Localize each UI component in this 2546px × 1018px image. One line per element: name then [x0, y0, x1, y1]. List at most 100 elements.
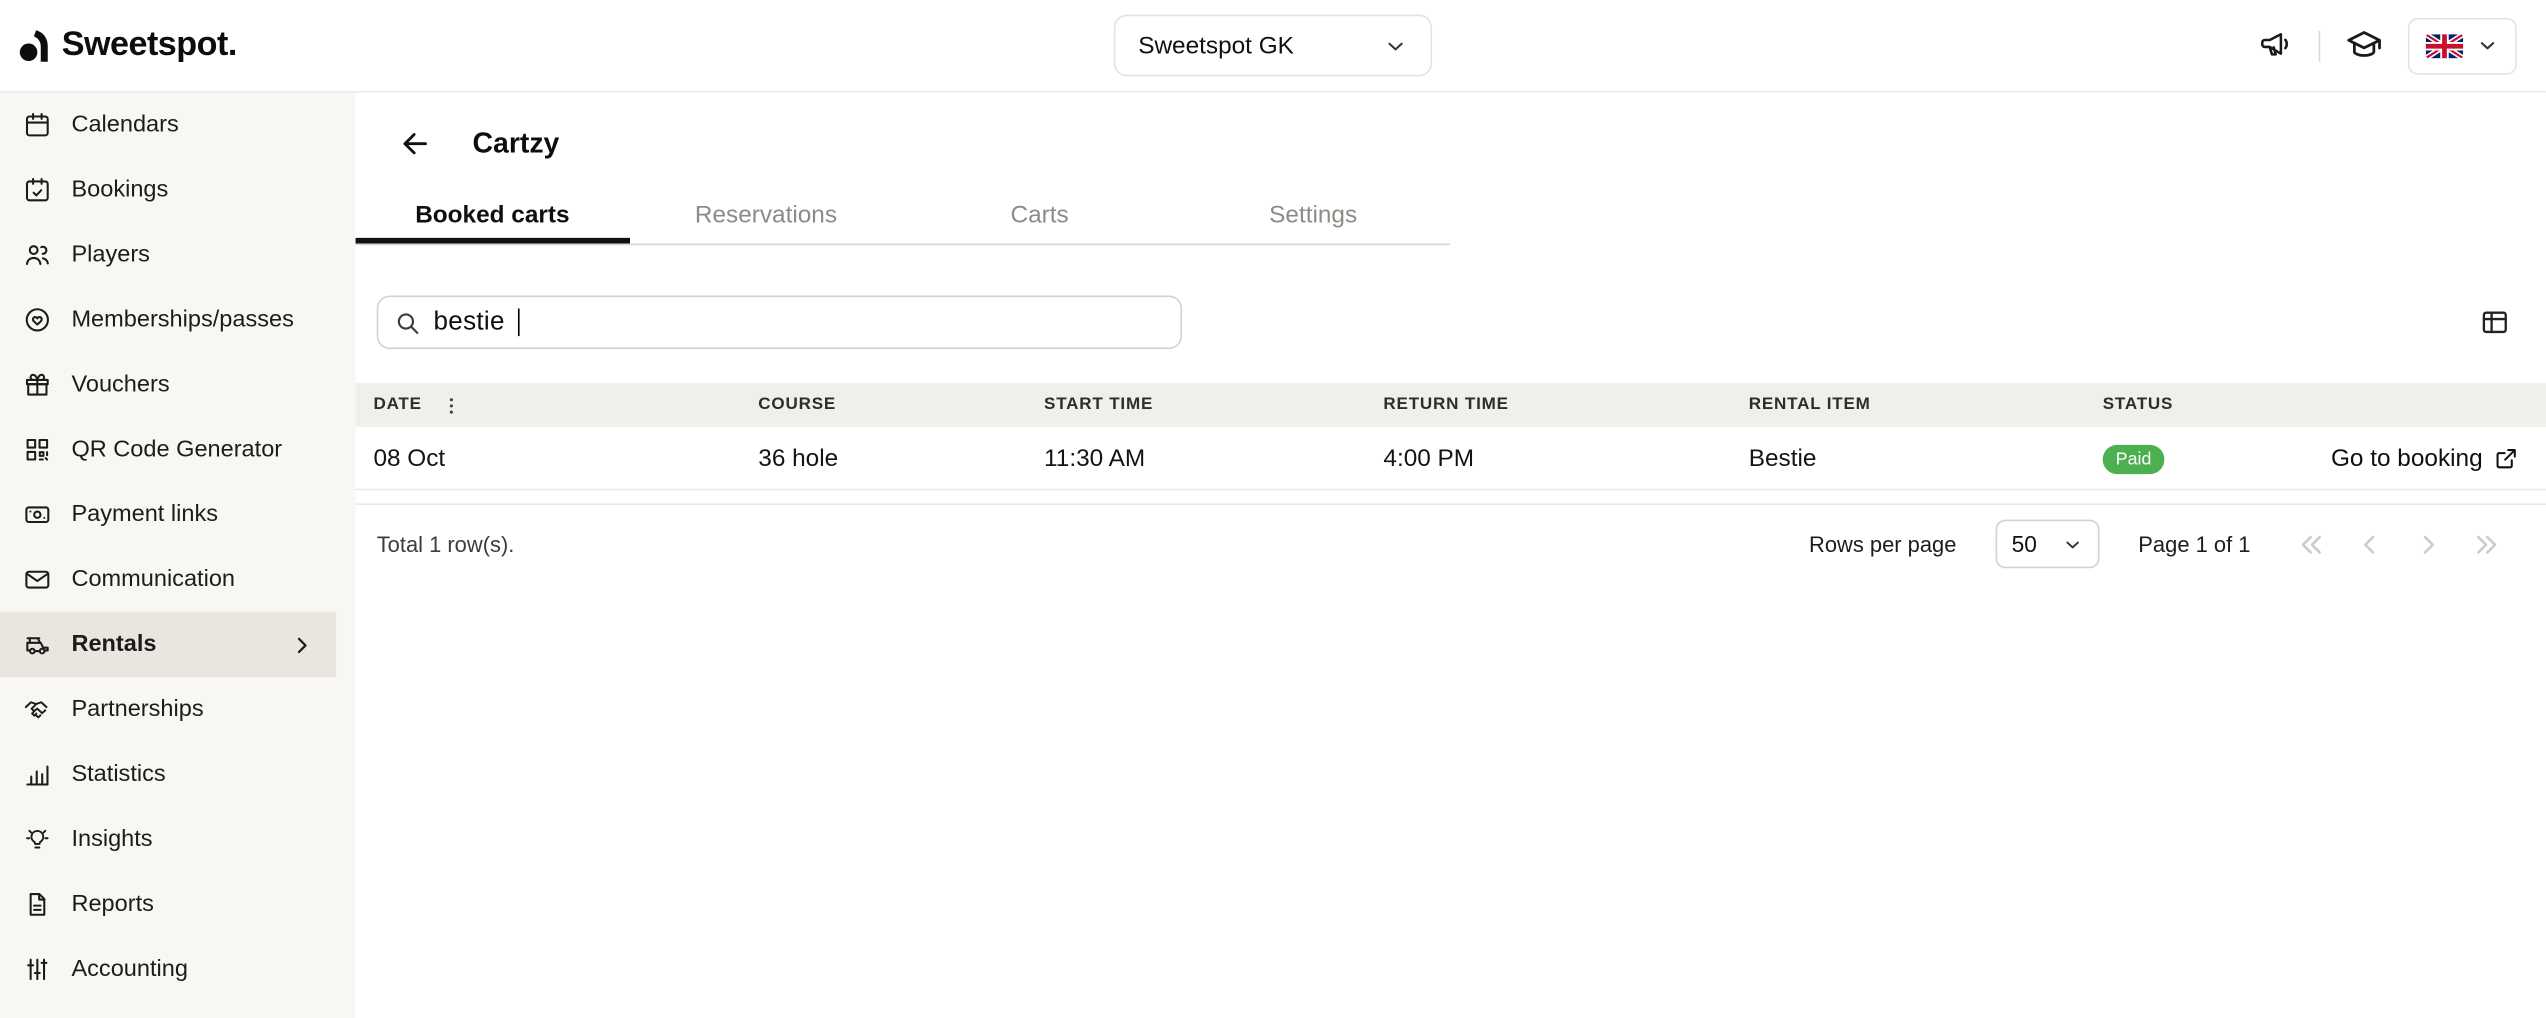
sidebar-item-label: Vouchers	[71, 372, 169, 398]
last-page-icon	[2471, 529, 2502, 560]
topbar-actions	[2259, 17, 2517, 74]
calendar-icon	[23, 110, 52, 139]
app-window: Sweetspot. Sweetspot GK	[0, 0, 2546, 1018]
booking-calendar-icon	[23, 175, 52, 204]
back-button[interactable]	[398, 127, 432, 161]
sidebar-item-partnerships[interactable]: Partnerships	[0, 677, 356, 742]
document-icon	[23, 890, 52, 919]
sidebar-item-label: Memberships/passes	[71, 307, 293, 333]
search-icon	[395, 309, 421, 335]
lightbulb-icon	[23, 825, 52, 854]
chevron-down-icon	[2062, 533, 2083, 554]
rows-per-page-select[interactable]: 50	[1995, 520, 2099, 569]
table-footer: Total 1 row(s). Rows per page 50 Page 1 …	[356, 513, 2546, 575]
column-header-status: STATUS	[2103, 383, 2174, 427]
language-selector[interactable]	[2408, 17, 2517, 74]
column-menu-icon[interactable]	[440, 383, 463, 427]
sidebar-item-label: Insights	[71, 826, 152, 852]
sidebar-item-reports[interactable]: Reports	[0, 872, 356, 937]
status-badge: Paid	[2103, 445, 2165, 474]
main-content: Cartzy Booked carts Reservations Carts S…	[356, 93, 2546, 1018]
search-input[interactable]: bestie	[377, 296, 1182, 350]
sidebar-item-players[interactable]: Players	[0, 222, 356, 287]
previous-page-icon	[2354, 529, 2385, 560]
players-icon	[23, 240, 52, 269]
sidebar-item-label: Bookings	[71, 177, 168, 203]
sidebar-item-accounting[interactable]: Accounting	[0, 937, 356, 1002]
sidebar-item-bookings[interactable]: Bookings	[0, 157, 356, 222]
first-page-icon	[2296, 529, 2327, 560]
announcements-button[interactable]	[2259, 28, 2295, 64]
tab-settings[interactable]: Settings	[1176, 185, 1450, 243]
sweetspot-logo-icon	[18, 28, 50, 64]
golf-cart-icon	[23, 630, 52, 659]
pagination-controls	[2296, 529, 2502, 560]
tab-reservations[interactable]: Reservations	[629, 185, 903, 243]
club-selector-dropdown[interactable]: Sweetspot GK	[1114, 15, 1432, 77]
sidebar-item-calendars[interactable]: Calendars	[0, 93, 356, 158]
search-value: bestie	[434, 308, 505, 337]
gift-icon	[23, 370, 52, 399]
handshake-icon	[23, 695, 52, 724]
last-page-button[interactable]	[2471, 529, 2502, 560]
graduation-cap-icon	[2345, 26, 2384, 65]
sweetspot-logo[interactable]: Sweetspot.	[18, 26, 237, 65]
table-view-icon	[2479, 307, 2510, 338]
tab-carts[interactable]: Carts	[903, 185, 1177, 243]
sidebar-item-label: Calendars	[71, 112, 178, 138]
text-caret	[518, 309, 520, 337]
sidebar-item-label: QR Code Generator	[71, 437, 282, 463]
sidebar-item-label: Communication	[71, 567, 235, 593]
sidebar-item-statistics[interactable]: Statistics	[0, 742, 356, 807]
sidebar-item-rentals[interactable]: Rentals	[0, 612, 336, 677]
megaphone-icon	[2259, 28, 2295, 64]
sidebar-item-payment-links[interactable]: Payment links	[0, 482, 356, 547]
column-header-return-time: RETURN TIME	[1383, 383, 1508, 427]
rows-per-page-value: 50	[2012, 531, 2037, 557]
cell-start-time: 11:30 AM	[1044, 427, 1145, 490]
sidebar-item-label: Players	[71, 242, 150, 268]
sidebar-item-memberships[interactable]: Memberships/passes	[0, 287, 356, 352]
next-page-button[interactable]	[2413, 529, 2444, 560]
go-to-booking-label: Go to booking	[2331, 426, 2483, 489]
cell-course: 36 hole	[758, 427, 838, 490]
envelope-icon	[23, 565, 52, 594]
chevron-down-icon	[2476, 34, 2499, 57]
sidebar-item-insights[interactable]: Insights	[0, 807, 356, 872]
topbar-divider	[2319, 30, 2321, 61]
table-row[interactable]: 08 Oct 36 hole 11:30 AM 4:00 PM Bestie P…	[356, 427, 2546, 490]
go-to-booking-link[interactable]: Go to booking	[2331, 426, 2518, 489]
sliders-icon	[23, 955, 52, 984]
sidebar-item-label: Accounting	[71, 956, 188, 982]
tab-booked-carts[interactable]: Booked carts	[356, 185, 630, 243]
logo-text: Sweetspot.	[62, 26, 237, 65]
page-title: Cartzy	[472, 127, 559, 161]
first-page-button[interactable]	[2296, 529, 2327, 560]
page-header: Cartzy	[398, 127, 2546, 161]
column-header-course: COURSE	[758, 383, 836, 427]
sidebar-item-communication[interactable]: Communication	[0, 547, 356, 612]
table-bottom-border	[356, 490, 2546, 505]
column-header-date: DATE	[373, 383, 421, 427]
view-toggle-button[interactable]	[2479, 307, 2510, 338]
kebab-menu-icon	[440, 394, 463, 417]
page-indicator: Page 1 of 1	[2138, 532, 2250, 556]
table-header: DATE COURSE START TIME RETURN TIME RENTA…	[356, 383, 2546, 427]
column-header-start-time: START TIME	[1044, 383, 1153, 427]
sidebar-item-label: Statistics	[71, 762, 165, 788]
tab-bar: Booked carts Reservations Carts Settings	[356, 185, 1450, 245]
next-page-icon	[2413, 529, 2444, 560]
cell-rental-item: Bestie	[1749, 427, 1817, 490]
club-selector-value: Sweetspot GK	[1138, 32, 1294, 60]
toolbar: bestie	[356, 296, 2546, 350]
qr-code-icon	[23, 435, 52, 464]
total-rows-text: Total 1 row(s).	[377, 532, 515, 556]
sidebar-item-qr-code-generator[interactable]: QR Code Generator	[0, 417, 356, 482]
column-header-rental-item: RENTAL ITEM	[1749, 383, 1871, 427]
membership-heart-icon	[23, 305, 52, 334]
sidebar-item-vouchers[interactable]: Vouchers	[0, 352, 356, 417]
payment-link-icon	[23, 500, 52, 529]
academy-button[interactable]	[2345, 26, 2384, 65]
previous-page-button[interactable]	[2354, 529, 2385, 560]
bar-chart-icon	[23, 760, 52, 789]
